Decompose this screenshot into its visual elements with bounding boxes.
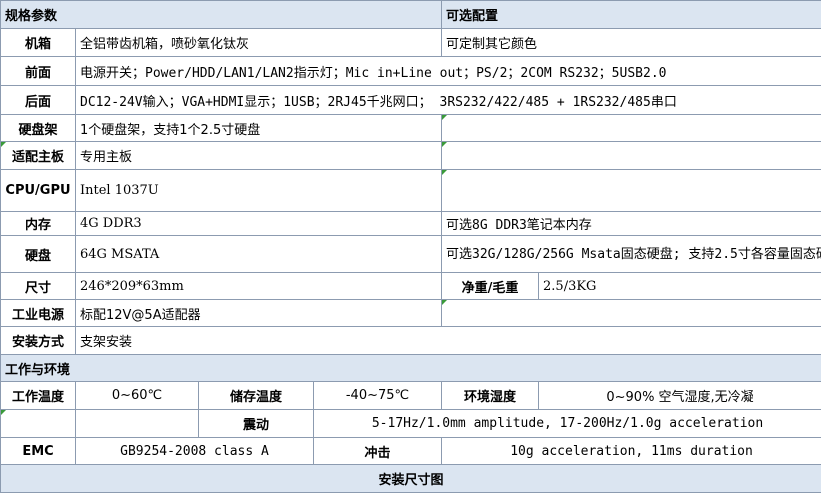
size-label: 尺寸 [0, 272, 76, 300]
work-temp-label: 工作温度 [0, 381, 76, 410]
table-row: 硬盘架 1个硬盘架，支持1个2.5寸硬盘 [0, 114, 821, 142]
table-row: 机箱 全铝带齿机箱，喷砂氧化钛灰 可定制其它颜色 [0, 28, 821, 57]
spec-sheet: 规格参数 可选配置 机箱 全铝带齿机箱，喷砂氧化钛灰 可定制其它颜色 前面 电源… [0, 0, 821, 502]
chassis-label: 机箱 [0, 28, 76, 57]
table-row: 适配主板 专用主板 [0, 141, 821, 170]
table-row: 内存 4G DDR3 可选8G DDR3笔记本内存 [0, 211, 821, 236]
board-label: 适配主板 [0, 141, 76, 170]
table-row: 震动 5-17Hz/1.0mm amplitude, 17-200Hz/1.0g… [0, 409, 821, 438]
vibration-value: 5-17Hz/1.0mm amplitude, 17-200Hz/1.0g ac… [312, 409, 821, 438]
memory-label: 内存 [0, 211, 76, 236]
shock-label: 冲击 [312, 437, 443, 465]
power-value: 标配12V@5A适配器 [74, 299, 443, 327]
board-option [441, 141, 821, 170]
chassis-value: 全铝带齿机箱，喷砂氧化钛灰 [74, 28, 443, 57]
spec-header: 规格参数 [0, 0, 443, 29]
table-row: 硬盘 64G MSATA 可选32G/128G/256G Msata固态硬盘; … [0, 235, 821, 273]
table-row: CPU/GPU Intel 1037U [0, 169, 821, 212]
weight-label: 净重/毛重 [441, 272, 540, 300]
shock-value: 10g acceleration, 11ms duration [441, 437, 821, 465]
front-label: 前面 [0, 56, 76, 86]
emc-label: EMC [0, 437, 76, 465]
table-row: 前面 电源开关；Power/HDD/LAN1/LAN2指示灯；Mic in+Li… [0, 56, 821, 86]
hdd-bay-option [441, 114, 821, 142]
size-value: 246*209*63mm [74, 272, 443, 300]
mount-value: 支架安装 [74, 326, 821, 355]
table-row: EMC GB9254-2008 class A 冲击 10g accelerat… [0, 437, 821, 465]
cpu-option [441, 169, 821, 212]
front-value: 电源开关；Power/HDD/LAN1/LAN2指示灯；Mic in+Line … [74, 56, 821, 86]
table-row: 尺寸 246*209*63mm 净重/毛重 2.5/3KG [0, 272, 821, 300]
power-option [441, 299, 821, 327]
emc-value: GB9254-2008 class A [75, 437, 314, 465]
store-temp-label: 储存温度 [198, 381, 314, 410]
table-row: 工作温度 0~60℃ 储存温度 -40~75℃ 环境湿度 0~90% 空气湿度,… [0, 381, 821, 410]
table-row: 工业电源 标配12V@5A适配器 [0, 299, 821, 327]
mount-label: 安装方式 [0, 326, 76, 355]
install-drawing-header: 安装尺寸图 [0, 464, 821, 493]
store-temp-value: -40~75℃ [312, 381, 443, 410]
environment-header: 工作与环境 [0, 354, 821, 382]
rear-label: 后面 [0, 85, 76, 115]
cpu-label: CPU/GPU [0, 169, 76, 212]
options-header: 可选配置 [441, 0, 821, 29]
disk-option: 可选32G/128G/256G Msata固态硬盘; 支持2.5寸各容量固态硬盘… [441, 235, 821, 273]
humidity-value: 0~90% 空气湿度,无冷凝 [538, 381, 821, 410]
vibration-label: 震动 [198, 409, 314, 438]
spec-table: 规格参数 可选配置 机箱 全铝带齿机箱，喷砂氧化钛灰 可定制其它颜色 前面 电源… [0, 0, 821, 493]
humidity-label: 环境湿度 [441, 381, 540, 410]
disk-label: 硬盘 [0, 235, 76, 273]
memory-value: 4G DDR3 [74, 211, 443, 236]
memory-option: 可选8G DDR3笔记本内存 [441, 211, 821, 236]
hdd-bay-label: 硬盘架 [0, 114, 76, 142]
chassis-option: 可定制其它颜色 [441, 28, 821, 57]
table-row: 安装方式 支架安装 [0, 326, 821, 355]
hdd-bay-value: 1个硬盘架，支持1个2.5寸硬盘 [74, 114, 443, 142]
work-temp-value: 0~60℃ [75, 381, 199, 410]
disk-value: 64G MSATA [74, 235, 443, 273]
board-value: 专用主板 [74, 141, 443, 170]
table-row: 后面 DC12-24V输入；VGA+HDMI显示；1USB；2RJ45千兆网口；… [0, 85, 821, 115]
rear-value: DC12-24V输入；VGA+HDMI显示；1USB；2RJ45千兆网口； 3R… [74, 85, 821, 115]
weight-value: 2.5/3KG [538, 272, 821, 300]
power-label: 工业电源 [0, 299, 76, 327]
cpu-value: Intel 1037U [74, 169, 443, 212]
